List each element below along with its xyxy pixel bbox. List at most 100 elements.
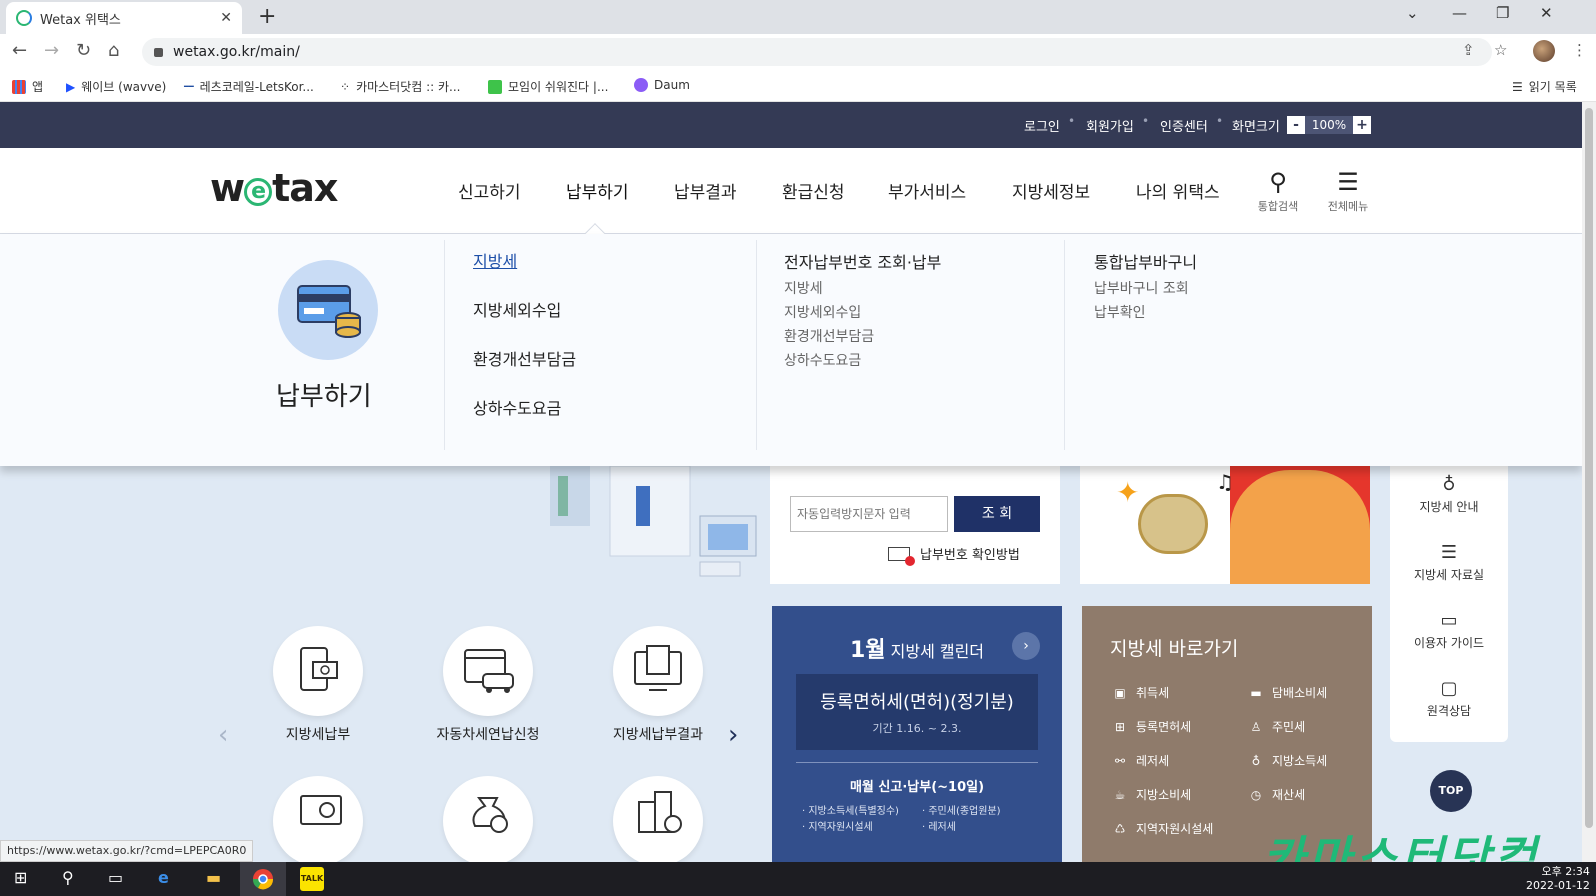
captcha-input[interactable]	[790, 496, 948, 532]
task-view-icon[interactable]: ▭	[108, 868, 123, 890]
gnb-extra-services[interactable]: 부가서비스	[888, 178, 966, 203]
cert-center-link[interactable]: 인증센터	[1160, 116, 1208, 135]
shortcut-tobacco-tax[interactable]: ▬ 담배소비세	[1248, 684, 1327, 701]
restore-icon[interactable]: ❐	[1496, 4, 1509, 22]
quick-user-guide[interactable]: ▭ 이용자 가이드	[1390, 610, 1508, 651]
menu-non-tax-revenue[interactable]: 지방세외수입	[473, 297, 561, 321]
browser-menu-icon[interactable]: ⋮	[1572, 41, 1587, 59]
submenu-water-bill[interactable]: 상하수도요금	[784, 350, 861, 370]
bicycle-icon: ⚯	[1114, 754, 1126, 768]
bookmark-camaster[interactable]: ⁘ 카마스터닷컴 :: 카...	[340, 78, 461, 95]
service-car-tax-annual[interactable]: 자동차세연납신청	[418, 626, 558, 744]
service-tile-5[interactable]	[418, 776, 558, 866]
submenu-payment-confirm[interactable]: 납부확인	[1094, 302, 1146, 322]
tab-search-icon[interactable]: ⌄	[1406, 4, 1419, 22]
windows-start-icon[interactable]: ⊞	[14, 868, 27, 890]
shortcut-property-tax[interactable]: ◷ 재산세	[1248, 786, 1305, 803]
service-tile-6[interactable]	[588, 776, 728, 866]
scrollbar-thumb[interactable]	[1585, 108, 1593, 828]
new-tab-icon[interactable]: +	[258, 4, 276, 29]
minimize-icon[interactable]: —	[1452, 4, 1467, 22]
bookmark-apps[interactable]: 앱	[12, 78, 43, 95]
calendar-item: · 지역자원시설세	[802, 822, 873, 833]
bookmark-label: 웨이브 (wavve)	[81, 80, 167, 94]
promo-banner[interactable]: ✦ ♫	[1080, 466, 1370, 584]
taskbar-clock[interactable]: 오후 2:34 2022-01-12	[1526, 865, 1590, 893]
bookmark-wavve[interactable]: ▶ 웨이브 (wavve)	[66, 78, 166, 95]
shortcut-resident-tax[interactable]: ♙ 주민세	[1248, 718, 1306, 735]
divider-dot: •	[1068, 114, 1076, 128]
kakaotalk-icon[interactable]: TALK	[300, 867, 324, 891]
bookmark-star-icon[interactable]: ☆	[1494, 41, 1507, 59]
shortcut-consumption-tax[interactable]: ☕ 지방소비세	[1112, 786, 1192, 803]
menu-water-bill[interactable]: 상하수도요금	[473, 395, 561, 419]
quick-local-tax-archive[interactable]: ☰ 지방세 자료실	[1390, 542, 1508, 583]
quick-local-tax-guide[interactable]: ♁ 지방세 안내	[1390, 474, 1508, 515]
calendar-next-icon[interactable]: ›	[1012, 632, 1040, 660]
submenu-non-tax-revenue[interactable]: 지방세외수입	[784, 302, 861, 322]
shortcut-acquisition-tax[interactable]: ▣ 취득세	[1112, 684, 1169, 701]
chrome-taskbar-item[interactable]	[240, 862, 286, 896]
quick-remote-support[interactable]: ▢ 원격상담	[1390, 678, 1508, 719]
forward-icon[interactable]: →	[44, 40, 59, 61]
signup-link[interactable]: 회원가입	[1086, 116, 1134, 135]
share-icon[interactable]: ⇪	[1462, 41, 1475, 59]
menu-heading-electronic-number[interactable]: 전자납부번호 조회·납부	[784, 249, 941, 273]
shortcut-label: 담배소비세	[1272, 686, 1328, 700]
calendar-event-card[interactable]: 등록면허세(면허)(정기분) 기간 1.16. ~ 2.3.	[796, 674, 1038, 750]
gnb-local-tax-info[interactable]: 지방세정보	[1012, 178, 1090, 203]
profile-avatar[interactable]	[1533, 40, 1555, 62]
menu-heading-payment-basket[interactable]: 통합납부바구니	[1094, 249, 1197, 273]
calendar-item-label: 지방소득세(특별징수)	[808, 806, 899, 817]
quick-label: 지방세 자료실	[1413, 568, 1485, 582]
all-menu-button[interactable]: ☰ 전체메뉴	[1318, 168, 1378, 214]
services-next-arrow[interactable]: ›	[728, 720, 738, 750]
service-local-tax-payment[interactable]: 지방세납부	[248, 626, 388, 744]
shortcut-income-tax[interactable]: ♁ 지방소득세	[1248, 752, 1328, 769]
browser-tab[interactable]: Wetax 위택스 ✕	[6, 2, 242, 34]
bookmark-band[interactable]: 모임이 쉬워진다 |...	[488, 78, 608, 95]
file-explorer-icon[interactable]: ▬	[206, 868, 221, 890]
services-prev-arrow[interactable]: ‹	[218, 720, 228, 750]
payment-mega-menu: 납부하기 지방세 지방세외수입 환경개선부담금 상하수도요금 전자납부번호 조회…	[0, 234, 1582, 466]
gnb-my-wetax[interactable]: 나의 위택스	[1136, 178, 1220, 203]
login-link[interactable]: 로그인	[1024, 116, 1060, 135]
address-bar[interactable]: wetax.go.kr/main/	[142, 38, 1492, 66]
recycle-icon: ♺	[1114, 822, 1126, 836]
integrated-search-button[interactable]: ⚲ 통합검색	[1248, 168, 1308, 214]
submenu-environment-charge[interactable]: 환경개선부담금	[784, 326, 874, 346]
bookmark-daum[interactable]: Daum	[634, 78, 690, 92]
wetax-logo[interactable]: w e tax	[210, 166, 338, 210]
link-status-bar: https://www.wetax.go.kr/?cmd=LPEPCA0R0	[0, 840, 254, 862]
divider-dot: •	[1142, 114, 1150, 128]
shortcut-registration-tax[interactable]: ⊞ 등록면허세	[1112, 718, 1191, 735]
tab-close-icon[interactable]: ✕	[220, 10, 232, 26]
shortcut-leisure-tax[interactable]: ⚯ 레저세	[1112, 752, 1169, 769]
shortcut-regional-resource-tax[interactable]: ♺ 지역자원시설세	[1112, 820, 1214, 837]
local-tax-calendar: 1월 지방세 캘린더 › 등록면허세(면허)(정기분) 기간 1.16. ~ 2…	[772, 606, 1062, 864]
reading-list[interactable]: ☰ 읽기 목록	[1512, 78, 1577, 95]
gnb-report[interactable]: 신고하기	[458, 178, 521, 203]
page-scrollbar[interactable]	[1582, 102, 1596, 864]
back-icon[interactable]: ←	[12, 40, 27, 61]
scroll-top-button[interactable]: TOP	[1430, 770, 1472, 812]
gnb-payment-result[interactable]: 납부결과	[674, 178, 737, 203]
zoom-out-button[interactable]: -	[1287, 116, 1305, 134]
internet-explorer-icon[interactable]: e	[158, 868, 169, 890]
taskbar-search-icon[interactable]: ⚲	[62, 868, 74, 890]
menu-environment-charge[interactable]: 환경개선부담금	[473, 346, 576, 370]
reload-icon[interactable]: ↻	[76, 40, 91, 61]
menu-local-tax[interactable]: 지방세	[473, 248, 517, 272]
zoom-in-button[interactable]: +	[1353, 116, 1371, 134]
bookmark-letskorail[interactable]: ━━ 레츠코레일-LetsKor...	[184, 78, 314, 95]
submenu-basket-lookup[interactable]: 납부바구니 조회	[1094, 278, 1189, 298]
payment-number-help-link[interactable]: 납부번호 확인방법	[888, 544, 1020, 566]
service-payment-result[interactable]: 지방세납부결과	[588, 626, 728, 744]
submenu-local-tax[interactable]: 지방세	[784, 278, 823, 298]
home-icon[interactable]: ⌂	[108, 40, 119, 61]
lookup-button[interactable]: 조 회	[954, 496, 1040, 532]
gnb-payment[interactable]: 납부하기	[566, 178, 629, 203]
service-tile-4[interactable]	[248, 776, 388, 866]
gnb-refund[interactable]: 환급신청	[782, 178, 845, 203]
window-close-icon[interactable]: ✕	[1540, 4, 1553, 22]
